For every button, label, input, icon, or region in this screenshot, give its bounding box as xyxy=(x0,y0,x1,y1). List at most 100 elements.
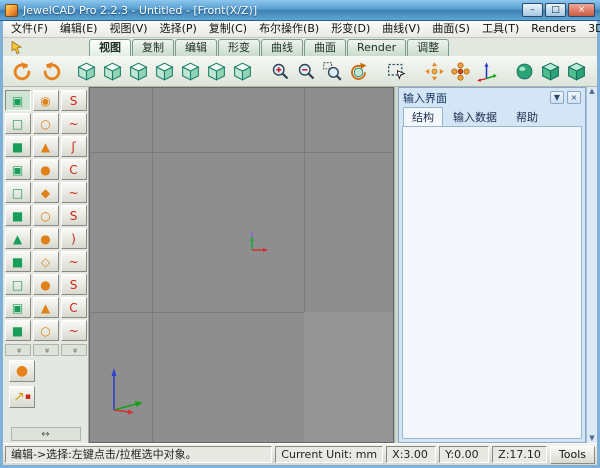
rotate-view-button[interactable] xyxy=(345,58,371,84)
cube-tool[interactable]: ▣ xyxy=(4,90,31,111)
curve-tool-icon: ~ xyxy=(68,185,79,200)
view-left-button[interactable] xyxy=(203,58,229,84)
sidebar-more-col1-button[interactable]: » xyxy=(4,344,31,356)
dot-tool[interactable]: ● xyxy=(32,274,59,295)
solid-cube-tool[interactable]: ■ xyxy=(4,136,31,157)
menu-select[interactable]: 选择(P) xyxy=(154,21,203,37)
pick-arrow-button[interactable]: ↗ ▪ xyxy=(9,386,35,408)
diamond-tool[interactable]: ◇ xyxy=(32,251,59,272)
display-mode-button[interactable] xyxy=(563,58,589,84)
s-tool-icon: S xyxy=(69,208,78,223)
pin-icon[interactable]: ▼ xyxy=(550,91,564,104)
menu-curve[interactable]: 曲线(V) xyxy=(376,21,426,37)
zoom-window-icon xyxy=(322,61,343,82)
tab-deform[interactable]: 形变 xyxy=(218,39,260,56)
input-panel: 输入界面 ▼ × 结构 输入数据 帮助 xyxy=(398,87,586,443)
box-tool[interactable]: □ xyxy=(4,182,31,203)
s2-tool[interactable]: S xyxy=(60,274,87,295)
shaded-cube-tool[interactable]: ▣ xyxy=(4,159,31,180)
pointer-tool-area xyxy=(3,38,89,56)
block-tool[interactable]: ■ xyxy=(4,205,31,226)
menu-tools[interactable]: 工具(T) xyxy=(476,21,525,37)
ring-tool[interactable]: ○ xyxy=(32,113,59,134)
tab-adjust[interactable]: 调整 xyxy=(407,39,450,56)
gizmo-move-button[interactable] xyxy=(447,58,473,84)
panel-tool[interactable]: ▣ xyxy=(4,297,31,318)
brick-tool[interactable]: ■ xyxy=(4,320,31,341)
shaded-cube-button[interactable] xyxy=(537,58,563,84)
pointer-arrow-icon[interactable] xyxy=(9,40,24,55)
tools-button[interactable]: Tools xyxy=(549,445,595,464)
menu-renders[interactable]: Renders xyxy=(525,21,582,37)
tab-copy[interactable]: 复制 xyxy=(132,39,174,56)
sidebar-expand-button[interactable]: ↔ xyxy=(10,427,81,441)
axis-origin-button[interactable] xyxy=(473,58,499,84)
tab-surface[interactable]: 曲面 xyxy=(304,39,346,56)
zoom-in-button[interactable] xyxy=(267,58,293,84)
diamond-tool-icon: ◇ xyxy=(40,254,51,269)
tab-edit[interactable]: 编辑 xyxy=(175,39,217,56)
view-bottom-button[interactable] xyxy=(177,58,203,84)
select-marquee-button[interactable] xyxy=(383,58,409,84)
sphere-primitive-button[interactable]: ● xyxy=(9,360,35,382)
panel-scrollbar[interactable]: ▲ ▼ xyxy=(586,87,597,443)
cube2-tool[interactable]: ■ xyxy=(4,251,31,272)
sidebar-more-col2-button[interactable]: » xyxy=(32,344,59,356)
sidebar-more-col3-button[interactable]: » xyxy=(60,344,87,356)
undo-button[interactable] xyxy=(9,58,35,84)
tab-help[interactable]: 帮助 xyxy=(507,107,547,126)
curve2-tool[interactable]: ~ xyxy=(60,320,87,341)
orange-sphere-tool[interactable]: ● xyxy=(32,159,59,180)
menu-edit[interactable]: 编辑(E) xyxy=(54,21,104,37)
circle-tool[interactable]: ○ xyxy=(32,205,59,226)
minimize-button[interactable]: – xyxy=(522,3,543,17)
view-top-button[interactable] xyxy=(151,58,177,84)
arc2-tool[interactable]: C xyxy=(60,297,87,318)
zoom-out-button[interactable] xyxy=(293,58,319,84)
s-tool[interactable]: S xyxy=(60,205,87,226)
wave2-tool[interactable]: ~ xyxy=(60,251,87,272)
gem-tool[interactable]: ◆ xyxy=(32,182,59,203)
donut-tool[interactable]: ◉ xyxy=(32,90,59,111)
arc-tool[interactable]: C xyxy=(60,159,87,180)
scroll-up-icon[interactable]: ▲ xyxy=(589,88,594,95)
redo-button[interactable] xyxy=(39,58,65,84)
view-back-button[interactable] xyxy=(125,58,151,84)
oval-tool[interactable]: ○ xyxy=(32,320,59,341)
tab-view[interactable]: 视图 xyxy=(89,39,131,56)
curve-tool[interactable]: ~ xyxy=(60,182,87,203)
menu-file[interactable]: 文件(F) xyxy=(5,21,54,37)
pyramid-tool[interactable]: ▲ xyxy=(4,228,31,249)
gizmo-orbit-button[interactable] xyxy=(421,58,447,84)
frame-tool[interactable]: □ xyxy=(4,274,31,295)
zoom-window-button[interactable] xyxy=(319,58,345,84)
panel-close-icon[interactable]: × xyxy=(567,91,581,104)
menu-surface[interactable]: 曲面(S) xyxy=(426,21,476,37)
tab-input-data[interactable]: 输入数据 xyxy=(444,107,506,126)
tab-structure[interactable]: 结构 xyxy=(403,107,443,126)
close-button[interactable]: × xyxy=(568,3,595,17)
view-front-button[interactable] xyxy=(99,58,125,84)
spiral-tool[interactable]: ʃ xyxy=(60,136,87,157)
shaded-sphere-button[interactable] xyxy=(511,58,537,84)
maximize-button[interactable]: □ xyxy=(545,3,566,17)
view-right-button[interactable] xyxy=(229,58,255,84)
scroll-down-icon[interactable]: ▼ xyxy=(589,435,594,442)
menu-copy[interactable]: 复制(C) xyxy=(203,21,253,37)
ball-tool[interactable]: ● xyxy=(32,228,59,249)
view-perspective-button[interactable] xyxy=(73,58,99,84)
menu-boolean[interactable]: 布尔操作(B) xyxy=(253,21,325,37)
wire-cube-tool[interactable]: □ xyxy=(4,113,31,134)
tab-curve[interactable]: 曲线 xyxy=(261,39,303,56)
menu-3d-printing[interactable]: 3D Printing xyxy=(582,21,600,37)
tab-render[interactable]: Render xyxy=(347,39,407,56)
tri-tool[interactable]: ▲ xyxy=(32,297,59,318)
paren-curve-tool[interactable]: ) xyxy=(60,228,87,249)
cone-tool[interactable]: ▲ xyxy=(32,136,59,157)
s-curve-tool[interactable]: S xyxy=(60,90,87,111)
donut-tool-icon: ◉ xyxy=(40,93,51,108)
wave-tool[interactable]: ~ xyxy=(60,113,87,134)
viewport-canvas[interactable] xyxy=(89,87,394,443)
menu-view[interactable]: 视图(V) xyxy=(103,21,153,37)
menu-deform[interactable]: 形变(D) xyxy=(325,21,376,37)
